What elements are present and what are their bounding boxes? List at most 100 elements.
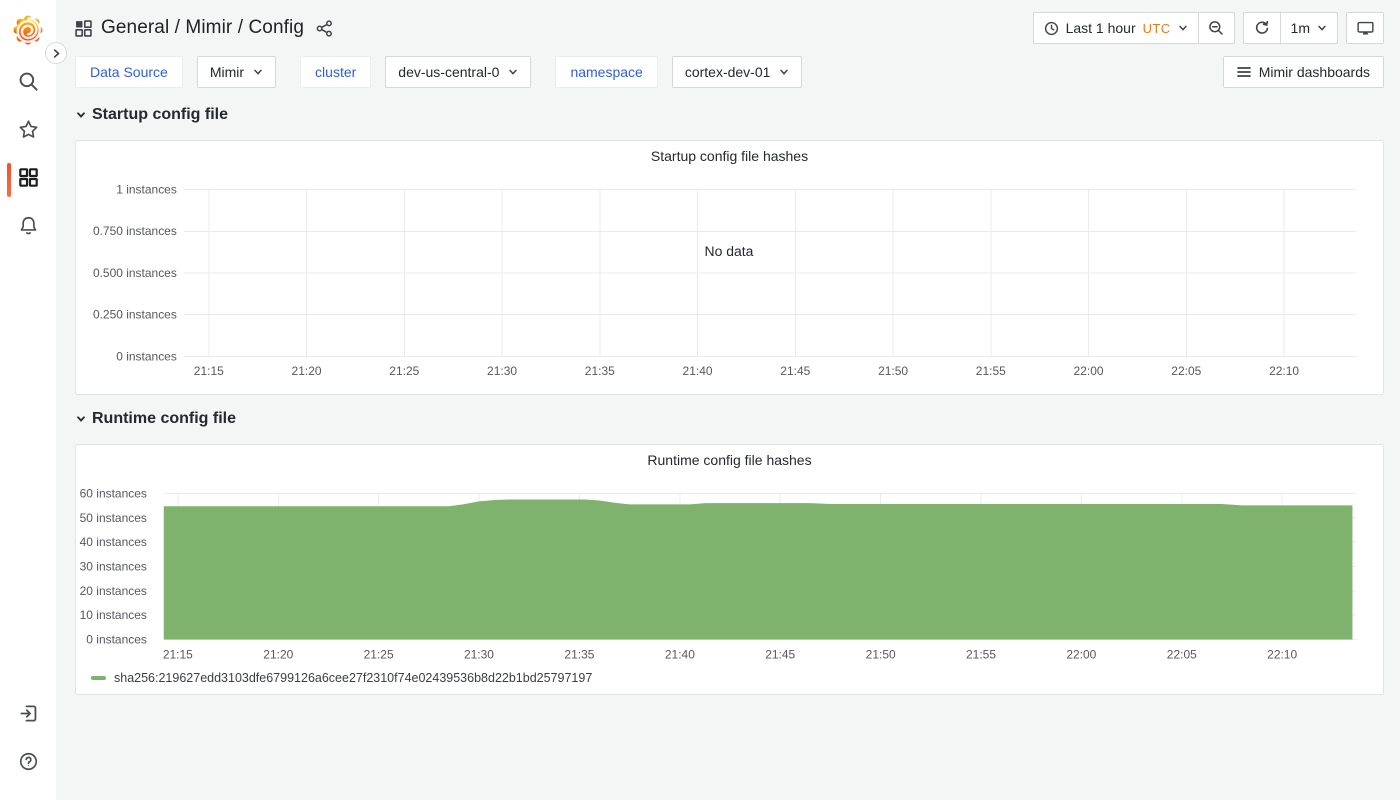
svg-text:21:15: 21:15 xyxy=(163,647,193,661)
variable-label-cluster: cluster xyxy=(300,56,371,88)
sign-in-icon xyxy=(18,703,39,729)
chevron-down-icon xyxy=(75,413,87,425)
variable-cluster: cluster dev-us-central-0 xyxy=(300,56,531,88)
variable-label-datasource: Data Source xyxy=(75,56,183,88)
svg-text:21:25: 21:25 xyxy=(364,647,394,661)
svg-text:22:00: 22:00 xyxy=(1066,647,1096,661)
zoom-out-icon xyxy=(1208,20,1224,36)
sidebar-item-help[interactable] xyxy=(0,740,56,788)
tv-mode xyxy=(1346,12,1384,44)
section-header-startup[interactable]: Startup config file xyxy=(75,103,1384,127)
clock-icon xyxy=(1044,21,1059,36)
refresh-interval-picker[interactable]: 1m xyxy=(1280,13,1337,43)
sidebar-item-sign-in[interactable] xyxy=(0,692,56,740)
dashboard-apps-icon xyxy=(75,20,92,37)
sidebar-expand-button[interactable] xyxy=(45,42,67,64)
svg-text:22:05: 22:05 xyxy=(1171,364,1201,378)
sidebar xyxy=(0,0,56,800)
chevron-down-icon xyxy=(75,109,87,121)
share-icon[interactable] xyxy=(316,20,333,37)
svg-text:21:55: 21:55 xyxy=(976,364,1006,378)
svg-text:21:35: 21:35 xyxy=(564,647,594,661)
sidebar-item-alerting[interactable] xyxy=(0,204,56,252)
svg-text:0 instances: 0 instances xyxy=(116,349,177,363)
svg-text:22:05: 22:05 xyxy=(1167,647,1197,661)
panel-startup-config: Startup config file hashes 21:1521:2021:… xyxy=(75,140,1384,395)
legend-item[interactable]: sha256:219627edd3103dfe6799126a6cee27f23… xyxy=(91,671,592,685)
svg-text:30 instances: 30 instances xyxy=(80,560,147,574)
refresh-interval-value: 1m xyxy=(1291,20,1310,36)
time-controls: Last 1 hour UTC xyxy=(1033,12,1235,44)
refresh-button[interactable] xyxy=(1244,13,1280,43)
mimir-dashboards-button[interactable]: Mimir dashboards xyxy=(1223,56,1384,88)
variable-value-namespace[interactable]: cortex-dev-01 xyxy=(672,56,803,88)
refresh-controls: 1m xyxy=(1243,12,1338,44)
variable-value-text: cortex-dev-01 xyxy=(685,64,771,80)
section-title: Runtime config file xyxy=(92,410,236,428)
tv-mode-button[interactable] xyxy=(1347,13,1383,43)
svg-text:21:20: 21:20 xyxy=(292,364,322,378)
panel-runtime-config: Runtime config file hashes 21:1521:2021:… xyxy=(75,444,1384,695)
svg-text:22:10: 22:10 xyxy=(1269,364,1299,378)
svg-text:0.250 instances: 0.250 instances xyxy=(93,308,177,322)
svg-text:21:55: 21:55 xyxy=(966,647,996,661)
variables-row: Data Source Mimir cluster dev-us-central… xyxy=(75,56,1384,88)
chevron-down-icon xyxy=(1178,23,1188,33)
svg-text:50 instances: 50 instances xyxy=(80,511,147,525)
star-icon xyxy=(18,119,39,145)
section-title: Startup config file xyxy=(92,106,228,124)
active-nav-indicator xyxy=(7,163,11,197)
svg-text:0.750 instances: 0.750 instances xyxy=(93,224,177,238)
svg-text:21:40: 21:40 xyxy=(683,364,713,378)
variable-value-text: Mimir xyxy=(210,64,244,80)
chevron-down-icon xyxy=(253,67,263,77)
svg-text:21:20: 21:20 xyxy=(263,647,293,661)
apps-icon xyxy=(18,167,39,193)
variable-value-cluster[interactable]: dev-us-central-0 xyxy=(385,56,531,88)
sidebar-item-dashboards[interactable] xyxy=(0,156,56,204)
time-range-label: Last 1 hour xyxy=(1066,20,1136,36)
svg-text:21:35: 21:35 xyxy=(585,364,615,378)
hamburger-icon xyxy=(1237,66,1251,78)
svg-text:10 instances: 10 instances xyxy=(80,608,147,622)
svg-text:21:15: 21:15 xyxy=(194,364,224,378)
legend-label: sha256:219627edd3103dfe6799126a6cee27f23… xyxy=(114,671,592,685)
startup-config-chart[interactable]: 21:1521:2021:2521:3021:3521:4021:4521:50… xyxy=(76,141,1383,394)
mimir-dashboards-label: Mimir dashboards xyxy=(1259,64,1370,80)
runtime-config-chart[interactable]: 21:15 21:20 21:25 21:30 21:35 21:40 21:45 21:50… xyxy=(76,445,1383,694)
sidebar-item-starred[interactable] xyxy=(0,108,56,156)
svg-text:0 instances: 0 instances xyxy=(86,632,147,646)
chevron-down-icon xyxy=(508,67,518,77)
chevron-down-icon xyxy=(779,67,789,77)
dashboard-header: General / Mimir / Config Last 1 hour xyxy=(75,0,1384,56)
variable-label-namespace: namespace xyxy=(555,56,657,88)
zoom-out-button[interactable] xyxy=(1198,13,1234,43)
search-icon xyxy=(18,71,39,97)
variable-value-text: dev-us-central-0 xyxy=(398,64,499,80)
variable-datasource: Data Source Mimir xyxy=(75,56,276,88)
svg-text:21:50: 21:50 xyxy=(866,647,896,661)
svg-text:21:40: 21:40 xyxy=(665,647,695,661)
time-range-picker[interactable]: Last 1 hour UTC xyxy=(1034,13,1198,43)
svg-text:21:45: 21:45 xyxy=(765,647,795,661)
svg-text:20 instances: 20 instances xyxy=(80,584,147,598)
chevron-down-icon xyxy=(1317,23,1327,33)
svg-text:22:10: 22:10 xyxy=(1267,647,1297,661)
variable-value-datasource[interactable]: Mimir xyxy=(197,56,276,88)
breadcrumb[interactable]: General / Mimir / Config xyxy=(101,17,304,39)
timezone-label: UTC xyxy=(1143,21,1171,36)
svg-text:21:30: 21:30 xyxy=(464,647,494,661)
bell-icon xyxy=(18,215,39,241)
sidebar-item-search[interactable] xyxy=(0,60,56,108)
svg-text:No data: No data xyxy=(705,243,754,259)
svg-text:21:45: 21:45 xyxy=(780,364,810,378)
section-header-runtime[interactable]: Runtime config file xyxy=(75,407,1384,431)
legend-swatch xyxy=(91,676,106,680)
svg-text:22:00: 22:00 xyxy=(1074,364,1104,378)
variable-namespace: namespace cortex-dev-01 xyxy=(555,56,802,88)
svg-text:21:30: 21:30 xyxy=(487,364,517,378)
help-icon xyxy=(18,751,39,777)
svg-text:1 instances: 1 instances xyxy=(116,183,177,197)
svg-text:21:50: 21:50 xyxy=(878,364,908,378)
main-content: General / Mimir / Config Last 1 hour xyxy=(56,0,1400,695)
